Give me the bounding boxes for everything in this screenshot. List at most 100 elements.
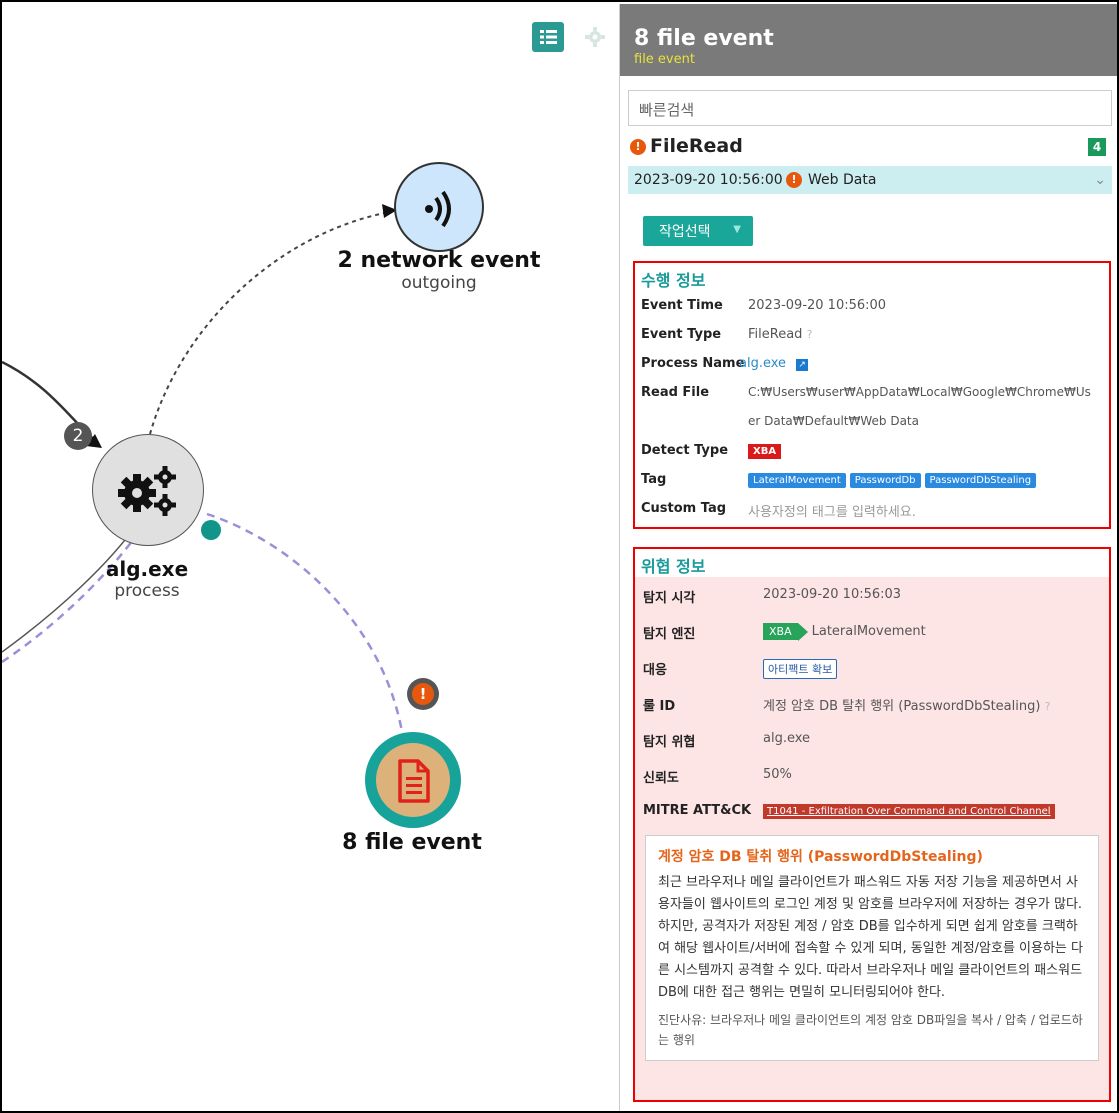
info-key: Process Name (641, 356, 745, 371)
network-edge (149, 211, 391, 435)
info-row-process-name: Process Name alg.exe ↗ (635, 349, 1109, 378)
help-icon[interactable]: ? (1045, 700, 1051, 713)
settings-button[interactable] (580, 22, 612, 52)
info-key: 대응 (643, 663, 667, 678)
tag-chip[interactable]: PasswordDbStealing (924, 473, 1037, 488)
panel-subtitle: file event (634, 52, 695, 67)
list-icon (540, 30, 557, 44)
process-node-label: alg.exe process (62, 557, 232, 601)
external-link-icon[interactable]: ↗ (796, 359, 809, 371)
list-view-button[interactable] (532, 22, 564, 52)
info-value: FileRead ? (748, 327, 813, 342)
event-target: Web Data (808, 172, 877, 188)
file-node[interactable] (365, 732, 461, 828)
info-key: Event Type (641, 327, 722, 342)
process-node-title: alg.exe (105, 557, 189, 581)
file-node-label: 8 file event (312, 830, 512, 855)
description-body: 최근 브라우저나 메일 클라이언트가 패스워드 자동 저장 기능을 제공하면서 … (658, 875, 1083, 1000)
execution-info-title: 수행 정보 (641, 271, 706, 290)
threat-row-threat: 탐지 위협 alg.exe (635, 721, 1109, 757)
event-time: 2023-09-20 10:56:00 (634, 172, 783, 188)
info-row-custom-tag: Custom Tag 사용자정의 태그를 입력하세요. (635, 494, 1109, 523)
info-value: XBA LateralMovement (763, 623, 926, 641)
event-count-badge: 4 (1088, 138, 1106, 156)
quick-search-input[interactable]: 빠른검색 (628, 90, 1112, 126)
info-value: LateralMovement PasswordDb PasswordDbSteal… (748, 472, 1040, 488)
description-title: 계정 암호 DB 탈취 행위 (PasswordDbStealing) (658, 849, 983, 865)
threat-row-response: 대응 아티팩트 확보 (635, 649, 1109, 685)
threat-row-engine: 탐지 엔진 XBA LateralMovement (635, 613, 1109, 649)
threat-row-mitre: MITRE ATT&CK T1041 - Exfiltration Over C… (635, 793, 1109, 829)
file-edge (206, 512, 404, 733)
tag-chip[interactable]: PasswordDb (849, 473, 921, 488)
info-row-read-file: Read File C:₩Users₩user₩AppData₩Local₩Go… (635, 378, 1109, 436)
threat-row-detect-time: 탐지 시각 2023-09-20 10:56:03 (635, 577, 1109, 613)
info-key: Read File (641, 385, 710, 400)
info-value-continued: er Data₩Default₩Web Data (748, 414, 919, 428)
process-port-dot[interactable] (201, 520, 221, 540)
gears-icon (118, 466, 176, 516)
info-value: C:₩Users₩user₩AppData₩Local₩Google₩Chrom… (748, 385, 1091, 399)
file-node-title: 8 file event (342, 830, 482, 855)
info-row-event-time: Event Time 2023-09-20 10:56:00 (635, 291, 1109, 320)
network-node-title: 2 network event (337, 248, 541, 273)
info-value: 2023-09-20 10:56:03 (763, 587, 902, 602)
signal-icon (425, 190, 451, 228)
info-key: MITRE ATT&CK (643, 803, 752, 818)
info-key: 탐지 시각 (643, 591, 696, 606)
info-row-tag: Tag LateralMovement PasswordDb PasswordDbS… (635, 465, 1109, 494)
info-key: Event Time (641, 298, 723, 313)
mitre-link[interactable]: T1041 - Exfiltration Over Command and Co… (763, 804, 1055, 819)
info-row-detect-type: Detect Type XBA (635, 436, 1109, 465)
alert-icon: ! (786, 172, 802, 188)
alert-icon: ! (630, 139, 646, 155)
info-value: XBA (748, 443, 782, 459)
info-key: Tag (641, 472, 667, 487)
event-graph[interactable]: 2 network event outgoing 2 alg.exe proce… (2, 2, 617, 1111)
engine-badge: XBA (763, 623, 808, 641)
info-key: 탐지 위협 (643, 735, 696, 750)
edge-count-badge: 2 (64, 422, 92, 450)
threat-row-rule-id: 룰 ID 계정 암호 DB 탈취 행위 (PasswordDbStealing)… (635, 685, 1109, 721)
panel-header: 8 file event file event (620, 4, 1117, 76)
info-key: 룰 ID (643, 699, 676, 714)
info-value: 아티팩트 확보 (763, 659, 838, 679)
info-value: T1041 - Exfiltration Over Command and Co… (763, 803, 1055, 819)
info-value: 50% (763, 767, 792, 782)
process-node[interactable] (92, 434, 204, 546)
threat-row-confidence: 신뢰도 50% (635, 757, 1109, 793)
file-node-alert-icon: ! (407, 678, 439, 710)
info-row-event-type: Event Type FileRead ? (635, 320, 1109, 349)
info-value: 계정 암호 DB 탈취 행위 (PasswordDbStealing) ? (763, 699, 1051, 714)
event-time-row[interactable]: 2023-09-20 10:56:00 ! Web Data ⌄ (628, 166, 1112, 194)
threat-process-link[interactable]: alg.exe (763, 731, 810, 746)
execution-info-box: 수행 정보 Event Time 2023-09-20 10:56:00 Eve… (633, 261, 1111, 529)
action-select-button[interactable]: 작업선택 ▼ (643, 216, 753, 246)
network-node[interactable] (394, 162, 484, 252)
caret-down-icon: ▼ (733, 224, 741, 235)
detail-panel: 8 file event file event 빠른검색 ! FileRead … (619, 4, 1117, 1111)
process-link[interactable]: alg.exe (739, 356, 786, 371)
rule-description: 계정 암호 DB 탈취 행위 (PasswordDbStealing) 최근 브… (645, 835, 1099, 1061)
network-node-label: 2 network event outgoing (332, 248, 546, 293)
screen-frame: 2 network event outgoing 2 alg.exe proce… (0, 0, 1119, 1113)
threat-info-title: 위협 정보 (635, 549, 1109, 577)
custom-tag-input[interactable]: 사용자정의 태그를 입력하세요. (748, 501, 916, 520)
event-group-header[interactable]: ! FileRead 4 (628, 134, 1112, 160)
help-icon[interactable]: ? (807, 328, 813, 341)
info-key: 탐지 엔진 (643, 627, 696, 642)
process-node-subtitle: process (114, 581, 180, 601)
tag-chip[interactable]: LateralMovement (748, 473, 846, 488)
gear-icon (585, 27, 605, 47)
info-value: alg.exe ↗ (739, 356, 809, 371)
event-name: FileRead (650, 135, 743, 157)
description-footer: 진단사유: 브라우저나 메일 클라이언트의 계정 암호 DB파일을 복사 / 압… (658, 1013, 1083, 1047)
info-value: 2023-09-20 10:56:00 (748, 298, 887, 313)
action-select-label: 작업선택 (659, 224, 711, 240)
chevron-down-icon[interactable]: ⌄ (1094, 172, 1106, 188)
response-badge[interactable]: 아티팩트 확보 (763, 659, 838, 679)
threat-info-box: 위협 정보 탐지 시각 2023-09-20 10:56:03 탐지 엔진 XB… (633, 547, 1111, 1102)
xba-badge: XBA (748, 444, 782, 459)
info-key: Custom Tag (641, 501, 727, 516)
info-key: 신뢰도 (643, 771, 679, 786)
